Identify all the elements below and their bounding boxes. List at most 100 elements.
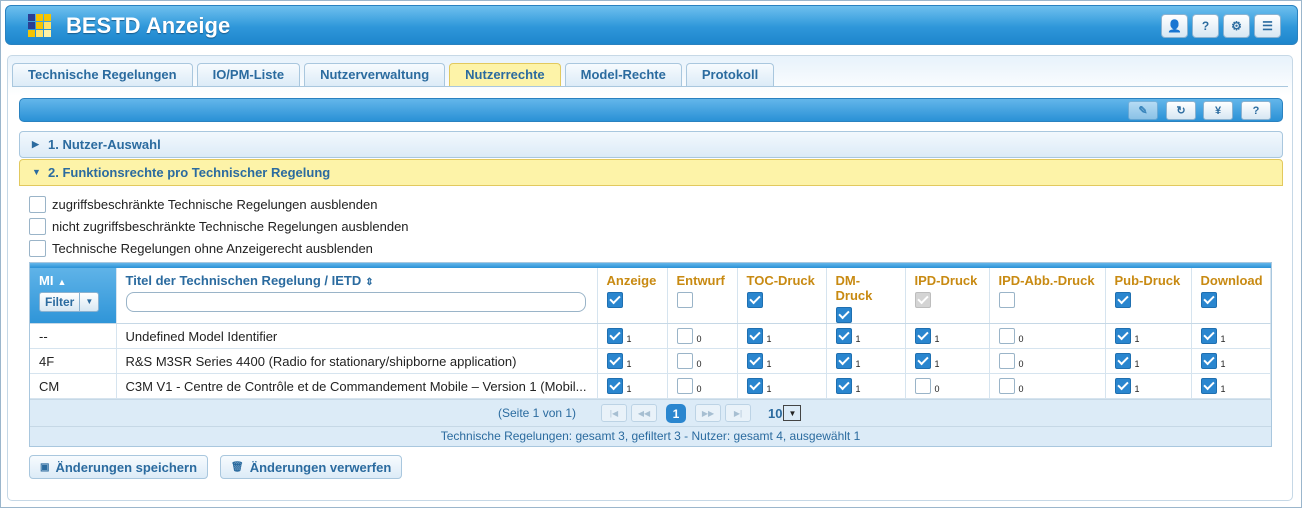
- menu-button[interactable]: ☰: [1254, 14, 1281, 38]
- right-checkbox[interactable]: [835, 353, 852, 369]
- right-checkbox[interactable]: [676, 328, 693, 344]
- cell-title: Undefined Model Identifier: [116, 323, 598, 349]
- right-checkbox[interactable]: [914, 353, 931, 369]
- right-checkbox[interactable]: [1114, 378, 1131, 394]
- tab-protokoll[interactable]: Protokoll: [685, 63, 775, 86]
- gear-button[interactable]: ⚙: [1223, 14, 1250, 38]
- grid-status: Technische Regelungen: gesamt 3, gefilte…: [30, 426, 1271, 446]
- right-checkbox[interactable]: [914, 328, 931, 344]
- filter-option[interactable]: nicht zugriffsbeschränkte Technische Reg…: [29, 217, 409, 235]
- option-checkbox[interactable]: [29, 195, 46, 213]
- right-cell-content: 0: [914, 378, 980, 394]
- tab-nutzerverwaltung[interactable]: Nutzerverwaltung: [304, 63, 446, 86]
- right-checkbox[interactable]: [914, 378, 931, 394]
- yen-icon: ¥: [1214, 104, 1222, 117]
- user-button[interactable]: 👤: [1161, 14, 1188, 38]
- column-mi-label: MI: [39, 273, 54, 288]
- right-checkbox[interactable]: [676, 378, 693, 394]
- tab-technische-regelungen[interactable]: Technische Regelungen: [12, 63, 193, 86]
- column-select-all-checkbox[interactable]: [606, 292, 623, 308]
- right-value: 1: [766, 334, 772, 344]
- cell-title: R&S M3SR Series 4400 (Radio for stationa…: [116, 348, 598, 374]
- column-header-title[interactable]: Titel der Technischen Regelung / IETD ⇕: [116, 268, 598, 324]
- right-cell-content: 1: [606, 378, 658, 394]
- right-value: 1: [1220, 359, 1226, 369]
- filter-option[interactable]: Technische Regelungen ohne Anzeigerecht …: [29, 239, 373, 257]
- section-function-rights[interactable]: ▼ 2. Funktionsrechte pro Technischer Reg…: [19, 159, 1283, 186]
- option-label: zugriffsbeschränkte Technische Regelunge…: [52, 196, 378, 212]
- edit-icon: ✎: [1138, 105, 1148, 117]
- refresh-button[interactable]: ↻: [1166, 101, 1196, 120]
- column-label: IPD-Abb.-Druck: [998, 273, 1095, 288]
- right-cell-content: 1: [914, 353, 980, 369]
- help-button[interactable]: ?: [1192, 14, 1219, 38]
- column-label: Download: [1200, 273, 1263, 288]
- title-filter-input[interactable]: [125, 292, 586, 312]
- help-button[interactable]: ?: [1241, 101, 1271, 120]
- cell-right: 0: [989, 323, 1106, 349]
- prev-page-button[interactable]: ◀◀: [631, 404, 657, 422]
- column-select-all-checkbox[interactable]: [746, 292, 763, 308]
- column-header-mi[interactable]: MI ▲ Filter ▼: [30, 268, 117, 324]
- right-checkbox[interactable]: [1200, 353, 1217, 369]
- cell-right: 1: [1105, 323, 1192, 349]
- option-checkbox[interactable]: [29, 217, 46, 235]
- cell-right: 0: [667, 373, 738, 399]
- right-value: 0: [696, 359, 702, 369]
- right-cell-content: 1: [1114, 353, 1182, 369]
- tab-nutzerrechte[interactable]: Nutzerrechte: [449, 63, 561, 86]
- column-select-all-checkbox[interactable]: [1114, 292, 1131, 308]
- cell-right: 1: [597, 323, 668, 349]
- last-page-button[interactable]: ▶|: [725, 404, 751, 422]
- column-header-ipd-abb-druck: IPD-Abb.-Druck: [989, 268, 1106, 324]
- right-checkbox[interactable]: [606, 378, 623, 394]
- gear-icon: ⚙: [1231, 19, 1242, 33]
- cell-right: 1: [597, 373, 668, 399]
- column-select-all-checkbox[interactable]: [835, 307, 852, 323]
- right-checkbox[interactable]: [746, 378, 763, 394]
- right-checkbox[interactable]: [606, 353, 623, 369]
- option-label: nicht zugriffsbeschränkte Technische Reg…: [52, 218, 409, 234]
- next-page-button[interactable]: ▶▶: [695, 404, 721, 422]
- right-checkbox[interactable]: [1114, 328, 1131, 344]
- right-checkbox[interactable]: [746, 328, 763, 344]
- edit-button[interactable]: ✎: [1128, 101, 1158, 120]
- yen-button[interactable]: ¥: [1203, 101, 1233, 120]
- right-value: 1: [1220, 334, 1226, 344]
- table-header-row: MI ▲ Filter ▼ Titel der Technischen Regel…: [30, 268, 1271, 324]
- right-checkbox[interactable]: [998, 378, 1015, 394]
- column-select-all-checkbox[interactable]: [1200, 292, 1217, 308]
- right-checkbox[interactable]: [1114, 353, 1131, 369]
- right-checkbox[interactable]: [746, 353, 763, 369]
- first-page-button[interactable]: |◀: [601, 404, 627, 422]
- page-size-select[interactable]: 10 ▼: [768, 405, 802, 421]
- column-header-pub-druck: Pub-Druck: [1105, 268, 1192, 324]
- current-page-button[interactable]: 1: [666, 404, 686, 423]
- right-cell-content: 1: [746, 378, 817, 394]
- column-label: Entwurf: [676, 273, 725, 288]
- floppy-disk-icon: ▣: [40, 461, 50, 473]
- right-value: 0: [696, 384, 702, 394]
- tab-model-rechte[interactable]: Model-Rechte: [564, 63, 682, 86]
- right-checkbox[interactable]: [998, 353, 1015, 369]
- option-checkbox[interactable]: [29, 239, 46, 257]
- cell-right: 1: [737, 348, 827, 374]
- column-select-all-checkbox[interactable]: [998, 292, 1015, 308]
- right-checkbox[interactable]: [1200, 378, 1217, 394]
- save-changes-label: Änderungen speichern: [55, 459, 198, 475]
- save-changes-button[interactable]: ▣ Änderungen speichern: [29, 455, 209, 479]
- filter-option[interactable]: zugriffsbeschränkte Technische Regelunge…: [29, 195, 377, 213]
- right-value: 0: [1018, 384, 1024, 394]
- section-user-selection[interactable]: ▶ 1. Nutzer-Auswahl: [19, 131, 1283, 158]
- right-checkbox[interactable]: [1200, 328, 1217, 344]
- right-checkbox[interactable]: [998, 328, 1015, 344]
- discard-changes-button[interactable]: 🗑 Änderungen verwerfen: [220, 455, 403, 479]
- column-select-all-checkbox[interactable]: [676, 292, 693, 308]
- right-checkbox[interactable]: [835, 328, 852, 344]
- filter-button[interactable]: Filter ▼: [39, 292, 100, 312]
- right-checkbox[interactable]: [606, 328, 623, 344]
- chevron-down-icon: ▼: [32, 167, 41, 177]
- right-checkbox[interactable]: [835, 378, 852, 394]
- tab-io-pm-liste[interactable]: IO/PM-Liste: [196, 63, 301, 86]
- right-checkbox[interactable]: [676, 353, 693, 369]
